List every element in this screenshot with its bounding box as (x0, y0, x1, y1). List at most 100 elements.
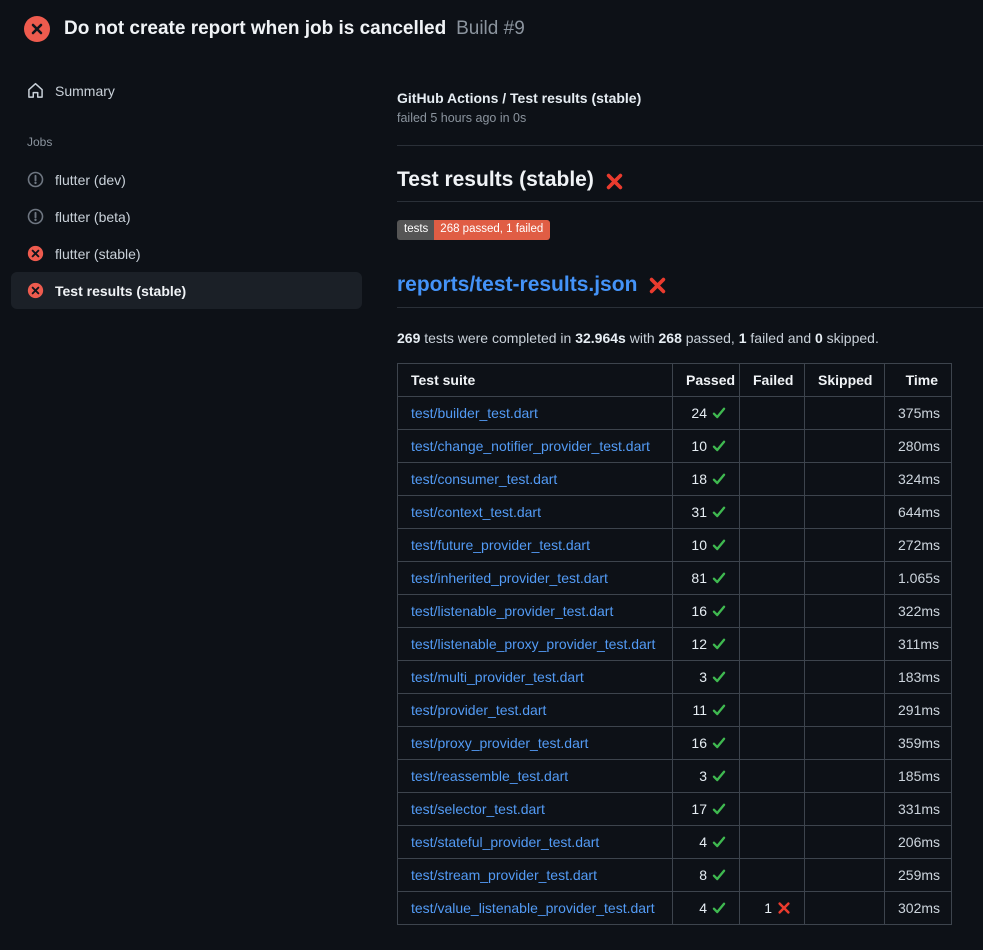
breadcrumb: GitHub Actions / Test results (stable) (397, 90, 983, 106)
check-icon (712, 735, 726, 749)
results-table-header-row: Test suite Passed Failed Skipped Time (398, 363, 952, 396)
table-row: test/listenable_provider_test.dart16322m… (398, 594, 952, 627)
cell-test-suite: test/listenable_proxy_provider_test.dart (398, 627, 673, 660)
test-suite-link[interactable]: test/stateful_provider_test.dart (411, 834, 599, 850)
test-suite-link[interactable]: test/listenable_proxy_provider_test.dart (411, 636, 655, 652)
cell-passed-count: 16 (691, 735, 707, 751)
cell-passed: 10 (673, 429, 740, 462)
cell-failed: 1 (740, 891, 805, 924)
cell-failed (740, 495, 805, 528)
sidebar: Summary Jobs flutter (dev)flutter (beta)… (0, 54, 373, 309)
sidebar-item-job-1[interactable]: flutter (beta) (11, 198, 362, 235)
sidebar-item-job-0[interactable]: flutter (dev) (11, 161, 362, 198)
column-header-failed: Failed (740, 363, 805, 396)
cell-time: 272ms (885, 528, 952, 561)
cell-test-suite: test/listenable_provider_test.dart (398, 594, 673, 627)
cell-time: 280ms (885, 429, 952, 462)
table-row: test/provider_test.dart 11 291ms (398, 693, 952, 726)
failed-status-icon (27, 282, 44, 299)
table-row: test/context_test.dart 31 644ms (398, 495, 952, 528)
summary-text: failed and (747, 330, 816, 346)
cell-passed-count: 10 (691, 537, 707, 553)
check-icon (712, 405, 726, 419)
cell-passed-count: 10 (691, 438, 707, 454)
cell-passed-count: 18 (691, 471, 707, 487)
test-suite-link[interactable]: test/proxy_provider_test.dart (411, 735, 588, 751)
cell-passed: 3 (673, 660, 740, 693)
cell-test-suite: test/stateful_provider_test.dart (398, 825, 673, 858)
cell-passed-count: 31 (691, 504, 707, 520)
check-icon (712, 768, 726, 782)
cell-test-suite: test/provider_test.dart (398, 693, 673, 726)
test-suite-link[interactable]: test/builder_test.dart (411, 405, 538, 421)
cell-time: 291ms (885, 693, 952, 726)
check-icon (712, 603, 726, 617)
check-icon (712, 636, 726, 650)
cell-test-suite: test/value_listenable_provider_test.dart (398, 891, 673, 924)
test-suite-link[interactable]: test/stream_provider_test.dart (411, 867, 597, 883)
sidebar-job-label: Test results (stable) (55, 283, 186, 299)
cell-failed (740, 858, 805, 891)
check-icon (712, 900, 726, 914)
content-divider (397, 145, 983, 146)
cell-failed (740, 726, 805, 759)
test-suite-link[interactable]: test/consumer_test.dart (411, 471, 557, 487)
test-suite-link[interactable]: test/listenable_provider_test.dart (411, 603, 613, 619)
cell-failed (740, 561, 805, 594)
summary-text: with (626, 330, 659, 346)
sidebar-item-job-3[interactable]: Test results (stable) (11, 272, 362, 309)
table-row: test/selector_test.dart17331ms (398, 792, 952, 825)
cross-icon (777, 900, 791, 914)
cell-passed: 3 (673, 759, 740, 792)
cell-skipped (805, 792, 885, 825)
run-title: Do not create report when job is cancell… (64, 18, 446, 39)
test-suite-link[interactable]: test/reassemble_test.dart (411, 768, 568, 784)
cell-passed-count: 4 (699, 834, 707, 850)
cell-test-suite: test/context_test.dart (398, 495, 673, 528)
test-suite-link[interactable]: test/inherited_provider_test.dart (411, 570, 608, 586)
cell-test-suite: test/consumer_test.dart (398, 462, 673, 495)
cell-test-suite: test/change_notifier_provider_test.dart (398, 429, 673, 462)
cell-failed (740, 759, 805, 792)
test-suite-link[interactable]: test/provider_test.dart (411, 702, 546, 718)
column-header-test-suite: Test suite (398, 363, 673, 396)
test-suite-link[interactable]: test/context_test.dart (411, 504, 541, 520)
table-row: test/multi_provider_test.dart3183ms (398, 660, 952, 693)
test-suite-link[interactable]: test/multi_provider_test.dart (411, 669, 584, 685)
failed-x-icon (605, 172, 624, 191)
check-icon (712, 867, 726, 881)
cell-failed (740, 528, 805, 561)
cell-time: 644ms (885, 495, 952, 528)
cell-skipped (805, 429, 885, 462)
cell-passed-count: 4 (699, 900, 707, 916)
cell-passed: 4 (673, 825, 740, 858)
cell-passed: 11 (673, 693, 740, 726)
sidebar-item-job-2[interactable]: flutter (stable) (11, 235, 362, 272)
results-summary-sentence: 269 tests were completed in 32.964s with… (397, 330, 983, 346)
test-suite-link[interactable]: test/future_provider_test.dart (411, 537, 590, 553)
test-suite-link[interactable]: test/value_listenable_provider_test.dart (411, 900, 655, 916)
sidebar-item-summary[interactable]: Summary (11, 72, 362, 109)
check-icon (712, 438, 726, 452)
cell-failed (740, 693, 805, 726)
check-icon (712, 471, 726, 485)
run-title-group: Do not create report when job is cancell… (64, 18, 525, 40)
report-file-link[interactable]: reports/test-results.json (397, 273, 637, 297)
test-suite-link[interactable]: test/change_notifier_provider_test.dart (411, 438, 650, 454)
cell-passed-count: 81 (691, 570, 707, 586)
section-title: Test results (stable) (397, 168, 983, 202)
table-row: test/listenable_proxy_provider_test.dart… (398, 627, 952, 660)
table-row: test/change_notifier_provider_test.dart 1… (398, 429, 952, 462)
cell-time: 359ms (885, 726, 952, 759)
check-icon (712, 801, 726, 815)
sidebar-job-label: flutter (beta) (55, 209, 130, 225)
cell-failed-count: 1 (764, 900, 772, 916)
table-row: test/future_provider_test.dart 10 272ms (398, 528, 952, 561)
cell-time: 322ms (885, 594, 952, 627)
cell-failed (740, 627, 805, 660)
cell-skipped (805, 495, 885, 528)
sidebar-summary-label: Summary (55, 83, 115, 99)
table-row: test/consumer_test.dart18324ms (398, 462, 952, 495)
report-title: reports/test-results.json (397, 273, 983, 308)
test-suite-link[interactable]: test/selector_test.dart (411, 801, 545, 817)
